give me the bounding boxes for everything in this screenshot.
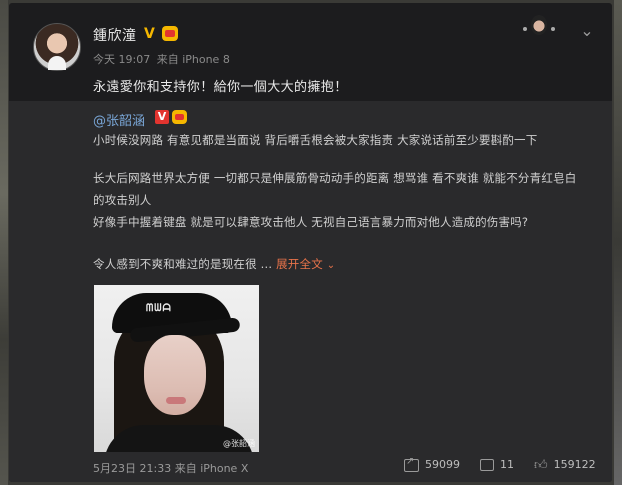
- repost-time[interactable]: 5月23日 21:33: [93, 462, 171, 475]
- photo-watermark: @张韶涵: [223, 439, 255, 448]
- repost-verified-badge-icon: V: [155, 110, 169, 124]
- repost-share-button[interactable]: 59099: [404, 456, 460, 472]
- repost-line-2: 长大后网路世界太方便 一切都只是伸展筋骨动动手的距离 想骂谁 看不爽谁 就能不分…: [93, 171, 577, 185]
- repost-line-4: 好像手中握着键盘 就是可以肆意攻击他人 无视自己语言暴力而对他人造成的伤害吗?: [93, 215, 529, 229]
- repost-line-1: 小时候没网路 有意见都是当面说 背后嚼舌根会被大家指责 大家说话前至少要斟酌一下: [93, 133, 538, 147]
- like-icon: 👍︎: [534, 457, 548, 473]
- comment-count: 11: [500, 458, 514, 471]
- post-source: 来自 iPhone 8: [156, 53, 230, 66]
- background-left: [0, 0, 8, 485]
- repost-line-5: 令人感到不爽和难过的是现在很 ... 展开全文 ⌄: [93, 256, 335, 272]
- repost-truncated-text: 令人感到不爽和难过的是现在很 ...: [93, 257, 273, 271]
- background-right: [614, 0, 622, 485]
- verified-badge-icon: V: [144, 26, 155, 42]
- repost-username[interactable]: @张韶涵: [93, 110, 145, 129]
- share-count: 59099: [425, 458, 460, 471]
- cap-logo: ᗰᗯᗩ: [146, 303, 172, 314]
- repost-line-3: 的攻击别人: [93, 193, 152, 207]
- repost-like-button[interactable]: 👍︎ 159122: [534, 457, 596, 473]
- expand-chevron-icon[interactable]: ⌄: [327, 260, 336, 271]
- repost-source: 来自 iPhone X: [174, 462, 249, 475]
- username[interactable]: 鍾欣潼: [93, 25, 137, 45]
- repost-meta: 5月23日 21:33 来自 iPhone X: [93, 460, 248, 476]
- repost-vip-crown-icon: [172, 110, 187, 124]
- repost-photo[interactable]: ᗰᗯᗩ @张韶涵: [94, 285, 259, 452]
- repost-container: @张韶涵 V 小时候没网路 有意见都是当面说 背后嚼舌根会被大家指责 大家说话前…: [9, 101, 612, 482]
- share-icon: [404, 456, 419, 472]
- repost-comment-button[interactable]: 11: [480, 458, 514, 471]
- post-time[interactable]: 今天 19:07: [93, 53, 150, 66]
- like-count: 159122: [553, 458, 596, 471]
- post-text: 永遠愛你和支持你！給你一個大大的擁抱！: [93, 80, 348, 95]
- comment-icon: [480, 459, 494, 471]
- post-meta: 今天 19:07 来自 iPhone 8: [93, 51, 233, 67]
- more-chevron-icon[interactable]: ⌄: [577, 21, 597, 41]
- avatar[interactable]: [33, 23, 81, 71]
- vip-crown-icon: [162, 26, 178, 41]
- weibo-card: 鍾欣潼 V 今天 19:07 来自 iPhone 8 ⌄ 永遠愛你和支持你！給你…: [9, 3, 612, 482]
- decoration-card-icon: [521, 11, 557, 43]
- expand-full-text-link[interactable]: 展开全文: [276, 257, 323, 271]
